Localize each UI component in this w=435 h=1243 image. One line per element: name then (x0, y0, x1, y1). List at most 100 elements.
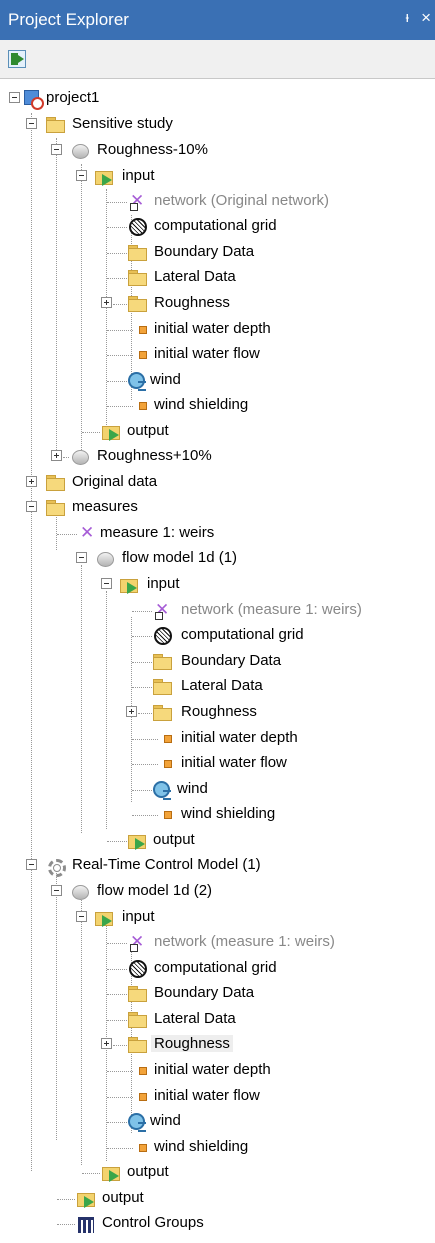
input-folder-icon (119, 575, 139, 594)
output-folder-icon (127, 831, 147, 850)
tree-node-input[interactable]: input (0, 572, 435, 598)
output-folder-icon (101, 422, 121, 441)
node-label: initial water flow (154, 1087, 260, 1104)
node-label: measure 1: weirs (100, 524, 215, 541)
collapse-icon[interactable] (26, 859, 37, 870)
node-label: network (Original network) (154, 192, 330, 209)
input-folder-icon (94, 908, 114, 927)
tree-node-measures[interactable]: measures (0, 495, 435, 521)
node-label: Sensitive study (72, 115, 173, 132)
expand-icon[interactable] (101, 297, 112, 308)
folder-icon (127, 243, 147, 262)
folder-icon (127, 294, 147, 313)
sync-with-editor-icon[interactable] (8, 50, 26, 68)
gear-icon (45, 856, 66, 877)
expand-icon[interactable] (101, 1038, 112, 1049)
tree-node-initial-water-flow[interactable]: initial water flow (0, 751, 435, 777)
tree-node-wind-shielding[interactable]: wind shielding (0, 802, 435, 828)
tree-node-lateral-data[interactable]: Lateral Data (0, 265, 435, 291)
collapse-icon[interactable] (76, 552, 87, 563)
data-item-icon (158, 729, 178, 748)
node-label: input (147, 575, 180, 592)
tree-node-roughness[interactable]: Roughness (0, 291, 435, 317)
close-icon[interactable]: × (421, 8, 431, 28)
tree-node-lateral-data[interactable]: Lateral Data (0, 674, 435, 700)
tree-node-output[interactable]: output (0, 1160, 435, 1186)
data-item-icon (158, 754, 178, 773)
node-label: initial water flow (181, 754, 287, 771)
tree-node-roughness-minus-10[interactable]: Roughness-10% (0, 138, 435, 164)
tree-node-network[interactable]: network (measure 1: weirs) (0, 598, 435, 624)
node-label: input (122, 908, 155, 925)
tree-node-computational-grid[interactable]: computational grid (0, 214, 435, 240)
tree-node-boundary-data[interactable]: Boundary Data (0, 649, 435, 675)
folder-icon (127, 1010, 147, 1029)
network-icon (77, 523, 97, 543)
tree-node-wind-shielding[interactable]: wind shielding (0, 1135, 435, 1161)
node-label: computational grid (154, 217, 277, 234)
tree-node-wind[interactable]: wind (0, 1109, 435, 1135)
control-groups-icon (76, 1214, 96, 1233)
data-item-icon (133, 1087, 153, 1106)
tree-node-original-data[interactable]: Original data (0, 470, 435, 496)
node-label: measures (72, 498, 138, 515)
tree-node-initial-water-depth[interactable]: initial water depth (0, 1058, 435, 1084)
tree-node-boundary-data[interactable]: Boundary Data (0, 240, 435, 266)
computational-grid-icon (152, 626, 172, 645)
tree-node-input[interactable]: input (0, 905, 435, 931)
tree-node-measure-1[interactable]: measure 1: weirs (0, 521, 435, 547)
node-label: Roughness+10% (97, 447, 212, 464)
tree-node-computational-grid[interactable]: computational grid (0, 623, 435, 649)
tree-node-sensitive-study[interactable]: Sensitive study (0, 112, 435, 138)
tree-node-flow-model-1d-1[interactable]: flow model 1d (1) (0, 546, 435, 572)
data-item-icon (133, 396, 153, 415)
explorer-toolbar (0, 40, 435, 79)
tree-node-initial-water-depth[interactable]: initial water depth (0, 726, 435, 752)
tree-node-output[interactable]: output (0, 1186, 435, 1212)
node-label: initial water depth (154, 320, 271, 337)
tree-node-initial-water-flow[interactable]: initial water flow (0, 342, 435, 368)
tree-node-initial-water-depth[interactable]: initial water depth (0, 317, 435, 343)
tree-node-lateral-data[interactable]: Lateral Data (0, 1007, 435, 1033)
tree-node-initial-water-flow[interactable]: initial water flow (0, 1084, 435, 1110)
tree-node-real-time-control-model[interactable]: Real-Time Control Model (1) (0, 853, 435, 879)
tree-node-input[interactable]: input (0, 164, 435, 190)
tree-node-computational-grid[interactable]: computational grid (0, 956, 435, 982)
tree-node-output[interactable]: output (0, 419, 435, 445)
tree-node-wind[interactable]: wind (0, 777, 435, 803)
collapse-icon[interactable] (101, 578, 112, 589)
node-label: Roughness-10% (97, 141, 208, 158)
node-label: Roughness (181, 703, 257, 720)
collapse-icon[interactable] (51, 144, 62, 155)
tree-node-network[interactable]: network (measure 1: weirs) (0, 930, 435, 956)
collapse-icon[interactable] (76, 170, 87, 181)
node-label: Lateral Data (154, 268, 236, 285)
collapse-icon[interactable] (51, 885, 62, 896)
pin-icon[interactable]: ᵼ (406, 9, 409, 26)
tree-node-project1[interactable]: project1 (0, 86, 435, 112)
collapse-icon[interactable] (26, 118, 37, 129)
data-item-icon (133, 1061, 153, 1080)
tree-node-control-groups[interactable]: Control Groups (0, 1211, 435, 1237)
project-tree[interactable]: project1 Sensitive study Roughness-10% i… (0, 80, 435, 1243)
node-label: Real-Time Control Model (1) (72, 856, 261, 873)
tree-node-output[interactable]: output (0, 828, 435, 854)
tree-node-wind-shielding[interactable]: wind shielding (0, 393, 435, 419)
node-label: initial water flow (154, 345, 260, 362)
collapse-icon[interactable] (76, 911, 87, 922)
tree-node-network[interactable]: network (Original network) (0, 189, 435, 215)
network-icon (152, 600, 172, 620)
expand-icon[interactable] (26, 476, 37, 487)
tree-node-boundary-data[interactable]: Boundary Data (0, 981, 435, 1007)
expand-icon[interactable] (51, 450, 62, 461)
collapse-icon[interactable] (9, 92, 20, 103)
tree-node-flow-model-1d-2[interactable]: flow model 1d (2) (0, 879, 435, 905)
node-label: flow model 1d (1) (122, 549, 238, 566)
tree-node-roughness[interactable]: Roughness (0, 700, 435, 726)
tree-node-roughness-plus-10[interactable]: Roughness+10% (0, 444, 435, 470)
node-label: initial water depth (154, 1061, 271, 1078)
tree-node-roughness[interactable]: Roughness (0, 1032, 435, 1058)
expand-icon[interactable] (126, 706, 137, 717)
collapse-icon[interactable] (26, 501, 37, 512)
tree-node-wind[interactable]: wind (0, 368, 435, 394)
